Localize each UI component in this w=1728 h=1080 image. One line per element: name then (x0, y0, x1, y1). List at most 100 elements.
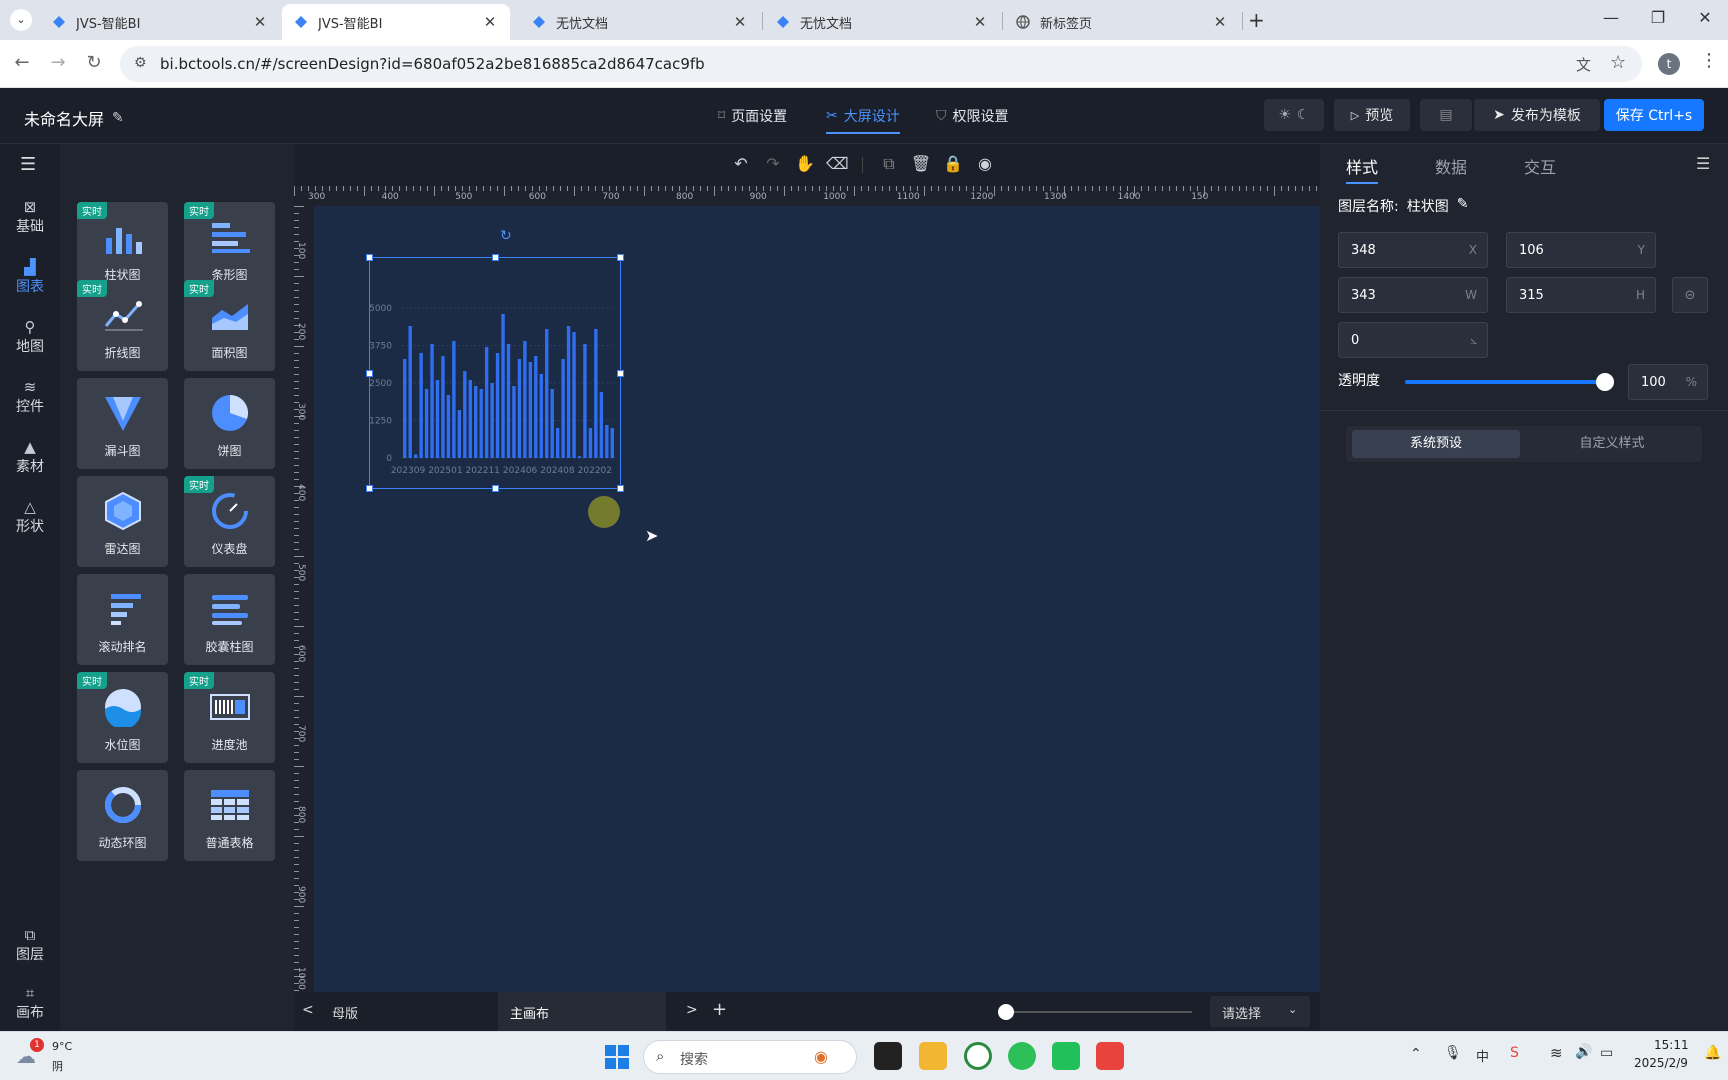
rotation-input[interactable]: 0 ⦣ (1338, 322, 1488, 358)
rail-item-layers[interactable]: ⧉ 图层 (0, 926, 60, 964)
restore-icon[interactable]: ❐ (1643, 8, 1673, 27)
component-scroll-ranking[interactable]: 滚动排名 (77, 574, 168, 665)
close-icon[interactable]: ✕ (1212, 13, 1228, 31)
component-radar[interactable]: 雷达图 (77, 476, 168, 567)
site-settings-icon[interactable]: ⚙ (134, 55, 147, 71)
back-arrow-icon[interactable]: ← (10, 52, 34, 73)
theme-toggle[interactable]: ☀ ☾ (1264, 99, 1324, 131)
weather-widget[interactable]: ☁ 1 9°C 阴 (16, 1038, 76, 1076)
resize-handle[interactable] (366, 370, 373, 377)
task-view-icon[interactable] (874, 1042, 902, 1070)
component-table[interactable]: 普通表格 (184, 770, 275, 861)
clear-icon[interactable]: ⌫ (826, 154, 849, 173)
resize-handle[interactable] (366, 254, 373, 261)
tab-system-preset[interactable]: 系统预设 (1352, 430, 1520, 458)
ime-indicator[interactable]: 中 (1476, 1046, 1489, 1065)
tab-search-dropdown[interactable]: ⌄ (10, 9, 32, 31)
nav-screen-design[interactable]: ✂ 大屏设计 (826, 106, 900, 134)
panel-collapse-icon[interactable]: ☰ (1696, 154, 1710, 173)
preview-button[interactable]: ▷ 预览 (1334, 99, 1410, 131)
taskbar-search[interactable]: ⌕ 搜索 ◉ (643, 1040, 857, 1074)
add-page-plus-icon[interactable]: + (712, 999, 727, 1020)
volume-icon[interactable]: 🔊 (1575, 1044, 1592, 1060)
prev-arrow-icon[interactable]: < (302, 1002, 314, 1018)
chrome-icon[interactable] (964, 1042, 992, 1070)
windows-start-icon[interactable] (605, 1045, 629, 1069)
hamburger-menu-icon[interactable]: ☰ (20, 154, 36, 175)
browser-menu-icon[interactable]: ⋮ (1700, 50, 1718, 71)
minimize-icon[interactable]: — (1596, 8, 1626, 27)
rail-item-controls[interactable]: ≋ 控件 (0, 378, 60, 416)
component-water-level[interactable]: 实时 水位图 (77, 672, 168, 763)
translate-icon[interactable]: 文 (1576, 54, 1591, 75)
close-icon[interactable]: ✕ (972, 13, 988, 31)
profile-avatar[interactable]: t (1658, 53, 1680, 75)
moon-icon[interactable]: ☾ (1297, 107, 1310, 123)
resize-handle[interactable] (492, 485, 499, 492)
publish-template-button[interactable]: ➤ 发布为模板 (1474, 99, 1600, 131)
pycharm-icon[interactable] (1052, 1042, 1080, 1070)
component-funnel[interactable]: 漏斗图 (77, 378, 168, 469)
screen-list-button[interactable]: ▤ (1420, 99, 1472, 131)
x-input[interactable]: 348 X (1338, 232, 1488, 268)
browser-tab-4[interactable]: 无忧文档 ✕ (764, 4, 1000, 40)
file-explorer-icon[interactable] (919, 1042, 947, 1070)
browser-tab-1[interactable]: JVS-智能BI ✕ (40, 4, 280, 40)
tab-data[interactable]: 数据 (1435, 154, 1467, 178)
tab-interaction[interactable]: 交互 (1524, 154, 1556, 178)
reload-icon[interactable]: ↻ (82, 52, 106, 73)
edit-pencil-icon[interactable]: ✎ (1457, 196, 1469, 216)
redo-icon[interactable]: ↷ (762, 154, 784, 173)
rail-item-charts[interactable]: ▟ 图表 (0, 258, 60, 296)
tray-chevron-up-icon[interactable]: ⌃ (1410, 1046, 1422, 1062)
component-line-chart[interactable]: 实时 折线图 (77, 280, 168, 371)
lock-icon[interactable]: 🔒 (942, 154, 964, 173)
close-icon[interactable]: ✕ (482, 13, 498, 31)
rail-item-maps[interactable]: ⚲ 地图 (0, 318, 60, 356)
wifi-icon[interactable]: ≋ (1550, 1044, 1563, 1062)
zoom-slider-handle[interactable] (998, 1004, 1014, 1020)
battery-icon[interactable]: ▭ (1600, 1045, 1613, 1061)
window-close-icon[interactable]: ✕ (1690, 8, 1720, 27)
resize-handle[interactable] (617, 254, 624, 261)
save-button[interactable]: 保存 Ctrl+s (1604, 99, 1704, 131)
bookmark-star-icon[interactable]: ☆ (1610, 52, 1626, 73)
eye-icon[interactable]: ◉ (974, 154, 996, 173)
aspect-lock-button[interactable]: ⊝ (1672, 277, 1708, 313)
master-page-tab[interactable]: 母版 (332, 1003, 358, 1022)
y-input[interactable]: 106 Y (1506, 232, 1656, 268)
forward-arrow-icon[interactable]: → (46, 52, 70, 73)
zoom-select[interactable]: 请选择 ⌄ (1210, 996, 1310, 1027)
close-icon[interactable]: ✕ (732, 13, 748, 31)
undo-icon[interactable]: ↶ (730, 154, 752, 173)
rail-item-materials[interactable]: ▲ 素材 (0, 438, 60, 476)
intellij-icon[interactable] (1096, 1042, 1124, 1070)
design-canvas[interactable]: ↻ 5000 3750 2500 1250 0 202309 202501 202211 202… (314, 206, 1320, 992)
tab-custom-style[interactable]: 自定义样式 (1528, 430, 1696, 458)
opacity-slider-handle[interactable] (1596, 373, 1614, 391)
height-input[interactable]: 315 H (1506, 277, 1656, 313)
opacity-input[interactable]: 100% (1628, 364, 1708, 400)
component-pie[interactable]: 饼图 (184, 378, 275, 469)
sun-icon[interactable]: ☀ (1278, 107, 1291, 123)
main-canvas-tab[interactable]: 主画布 (498, 992, 666, 1031)
component-gauge[interactable]: 实时 仪表盘 (184, 476, 275, 567)
resize-handle[interactable] (492, 254, 499, 261)
component-progress-pool[interactable]: 实时 进度池 (184, 672, 275, 763)
rail-item-canvas[interactable]: ⌗ 画布 (0, 984, 60, 1022)
bar-chart-widget[interactable]: 5000 3750 2500 1250 0 202309 202501 202211 20240… (366, 254, 624, 492)
hand-icon[interactable]: ✋ (794, 154, 816, 173)
rail-item-basic[interactable]: ⊠ 基础 (0, 198, 60, 236)
wechat-icon[interactable] (1008, 1042, 1036, 1070)
resize-handle[interactable] (366, 485, 373, 492)
nav-permission-settings[interactable]: ⛉ 权限设置 (936, 106, 1009, 126)
rotate-handle-icon[interactable]: ↻ (500, 228, 512, 244)
copy-icon[interactable]: ⧉ (878, 154, 900, 174)
wps-tray-icon[interactable]: S (1510, 1045, 1519, 1061)
component-dynamic-ring[interactable]: 动态环图 (77, 770, 168, 861)
notification-bell-icon[interactable]: 🔔 (1704, 1045, 1721, 1061)
browser-tab-5[interactable]: 新标签页 ✕ (1004, 4, 1240, 40)
next-arrow-icon[interactable]: > (686, 1002, 698, 1018)
nav-page-settings[interactable]: ⌑ 页面设置 (718, 106, 787, 126)
width-input[interactable]: 343 W (1338, 277, 1488, 313)
